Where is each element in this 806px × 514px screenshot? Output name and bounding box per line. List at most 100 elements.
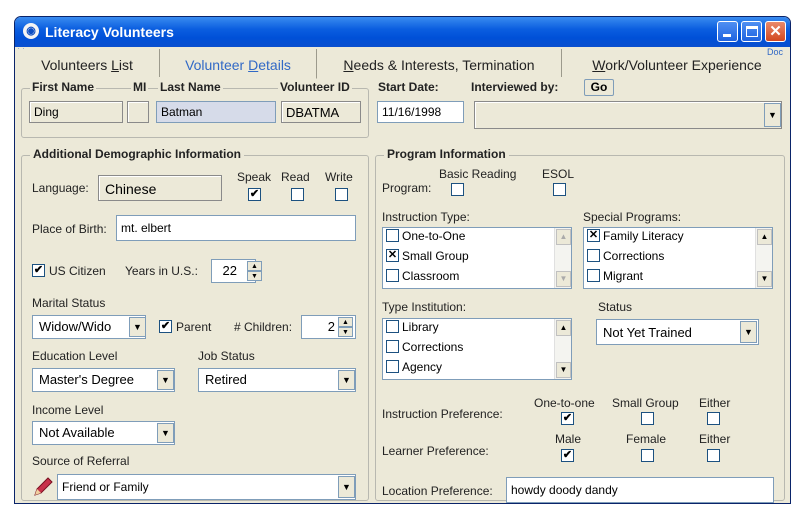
list-item[interactable]: Corrections: [587, 249, 664, 269]
us-citizen-checkbox[interactable]: ✔: [32, 264, 45, 277]
instruction-type-scrollbar[interactable]: ▲ ▼: [554, 228, 571, 288]
children-up-arrow[interactable]: ▲: [338, 317, 353, 327]
pencil-icon: [32, 476, 54, 498]
minimize-button[interactable]: [717, 21, 738, 42]
list-checkbox[interactable]: [587, 269, 600, 283]
special-programs-scrollbar[interactable]: ▲ ▼: [755, 228, 772, 288]
job-status-label: Job Status: [198, 349, 255, 363]
basic-reading-checkbox[interactable]: [451, 183, 464, 196]
go-button[interactable]: Go: [584, 79, 614, 96]
small-group-checkbox[interactable]: [641, 412, 654, 425]
place-of-birth-field[interactable]: mt. elbert: [116, 215, 356, 241]
write-checkbox[interactable]: [335, 188, 348, 201]
volunteer-id-field[interactable]: DBATMA: [281, 101, 361, 123]
instr-either-checkbox[interactable]: [707, 412, 720, 425]
education-level-select[interactable]: Master's Degree: [32, 368, 175, 392]
education-dropdown-arrow[interactable]: ▼: [157, 370, 174, 390]
first-name-field[interactable]: Ding: [29, 101, 123, 123]
list-checkbox[interactable]: [386, 340, 399, 354]
marital-dropdown-arrow[interactable]: ▼: [129, 317, 146, 337]
start-date-field[interactable]: 11/16/1998: [377, 101, 464, 123]
referral-dropdown-arrow[interactable]: ▼: [338, 476, 355, 498]
list-checkbox[interactable]: [587, 249, 600, 263]
us-citizen-label: US Citizen: [49, 264, 106, 278]
tab-volunteers-list[interactable]: Volunteers List: [15, 49, 160, 77]
corner-right-marker: Doc: [767, 47, 784, 57]
female-checkbox[interactable]: [641, 449, 654, 462]
list-checkbox[interactable]: [386, 360, 399, 374]
income-dropdown-arrow[interactable]: ▼: [157, 423, 174, 443]
children-down-arrow[interactable]: ▼: [338, 327, 353, 337]
mi-field[interactable]: [127, 101, 149, 123]
female-label: Female: [626, 432, 667, 446]
interviewed-by-dropdown-arrow[interactable]: ▼: [764, 103, 781, 127]
list-checkbox[interactable]: ✕: [386, 249, 399, 263]
one-to-one-checkbox[interactable]: ✔: [561, 412, 574, 425]
last-name-label: Last Name: [158, 80, 223, 94]
basic-reading-label: Basic Reading: [439, 167, 517, 181]
app-icon: ◉: [23, 23, 39, 39]
learner-preference-label: Learner Preference:: [382, 444, 489, 458]
list-checkbox[interactable]: [386, 320, 399, 334]
tab-volunteer-details[interactable]: Volunteer Details: [160, 49, 317, 79]
list-checkbox[interactable]: [386, 269, 399, 283]
scroll-up-icon[interactable]: ▲: [757, 229, 772, 245]
location-preference-field[interactable]: howdy doody dandy: [506, 477, 774, 503]
last-name-field[interactable]: Batman: [156, 101, 276, 123]
list-item[interactable]: Classroom: [386, 269, 459, 289]
list-item[interactable]: ✕ Family Literacy: [587, 229, 684, 249]
parent-checkbox[interactable]: ✔: [159, 320, 172, 333]
location-preference-label: Location Preference:: [382, 484, 493, 498]
program-group-title: Program Information: [384, 147, 509, 161]
scroll-down-icon[interactable]: ▼: [556, 271, 571, 287]
job-status-dropdown-arrow[interactable]: ▼: [338, 370, 355, 390]
scroll-down-icon[interactable]: ▼: [556, 362, 571, 378]
income-level-select[interactable]: Not Available: [32, 421, 175, 445]
list-item[interactable]: ✕ Small Group: [386, 249, 469, 269]
scroll-up-icon[interactable]: ▲: [556, 320, 571, 336]
esol-label: ESOL: [542, 167, 575, 181]
list-checkbox[interactable]: [386, 229, 399, 243]
maximize-button[interactable]: [741, 21, 762, 42]
scroll-up-icon[interactable]: ▲: [556, 229, 571, 245]
list-item[interactable]: Library: [386, 320, 439, 340]
small-group-label: Small Group: [612, 396, 679, 410]
type-institution-list[interactable]: Library Corrections Agency ▲ ▼: [382, 318, 572, 380]
scroll-down-icon[interactable]: ▼: [757, 271, 772, 287]
list-item[interactable]: Agency: [386, 360, 442, 380]
list-item[interactable]: Migrant: [587, 269, 643, 289]
read-checkbox[interactable]: [291, 188, 304, 201]
learner-either-checkbox[interactable]: [707, 449, 720, 462]
job-status-select[interactable]: Retired: [198, 368, 356, 392]
maximize-icon: [746, 26, 758, 37]
one-to-one-label: One-to-one: [534, 396, 595, 410]
status-dropdown-arrow[interactable]: ▼: [740, 321, 757, 343]
interviewed-by-select[interactable]: [474, 101, 782, 129]
years-down-arrow[interactable]: ▼: [247, 271, 262, 281]
tab-work-experience[interactable]: Work/Volunteer Experience: [562, 49, 790, 77]
list-checkbox[interactable]: ✕: [587, 229, 600, 243]
years-up-arrow[interactable]: ▲: [247, 261, 262, 271]
special-programs-list[interactable]: ✕ Family Literacy Corrections Migrant ▲ ▼: [583, 227, 773, 289]
status-select[interactable]: Not Yet Trained: [596, 319, 759, 345]
speak-checkbox[interactable]: ✔: [248, 188, 261, 201]
language-field[interactable]: Chinese: [98, 175, 222, 201]
instr-either-label: Either: [699, 396, 731, 410]
app-window: ◉ Literacy Volunteers ✕ V Volunteers Lis…: [14, 16, 791, 504]
minimize-icon: [723, 34, 731, 37]
esol-checkbox[interactable]: [553, 183, 566, 196]
close-button[interactable]: ✕: [765, 21, 786, 42]
mi-label: MI: [131, 80, 149, 94]
children-label: # Children:: [234, 320, 293, 334]
list-item[interactable]: Corrections: [386, 340, 463, 360]
place-of-birth-label: Place of Birth:: [32, 222, 107, 236]
type-institution-scrollbar[interactable]: ▲ ▼: [554, 319, 571, 379]
education-level-label: Education Level: [32, 349, 118, 363]
tab-needs-interests[interactable]: Needs & Interests, Termination: [317, 49, 562, 77]
list-item[interactable]: One-to-One: [386, 229, 465, 249]
source-of-referral-select[interactable]: Friend or Family: [57, 474, 356, 500]
tab-strip: V Volunteers List Volunteer Details Need…: [15, 47, 790, 79]
male-checkbox[interactable]: ✔: [561, 449, 574, 462]
instruction-type-list[interactable]: One-to-One ✕ Small Group Classroom ▲ ▼: [382, 227, 572, 289]
close-icon: ✕: [769, 23, 782, 40]
